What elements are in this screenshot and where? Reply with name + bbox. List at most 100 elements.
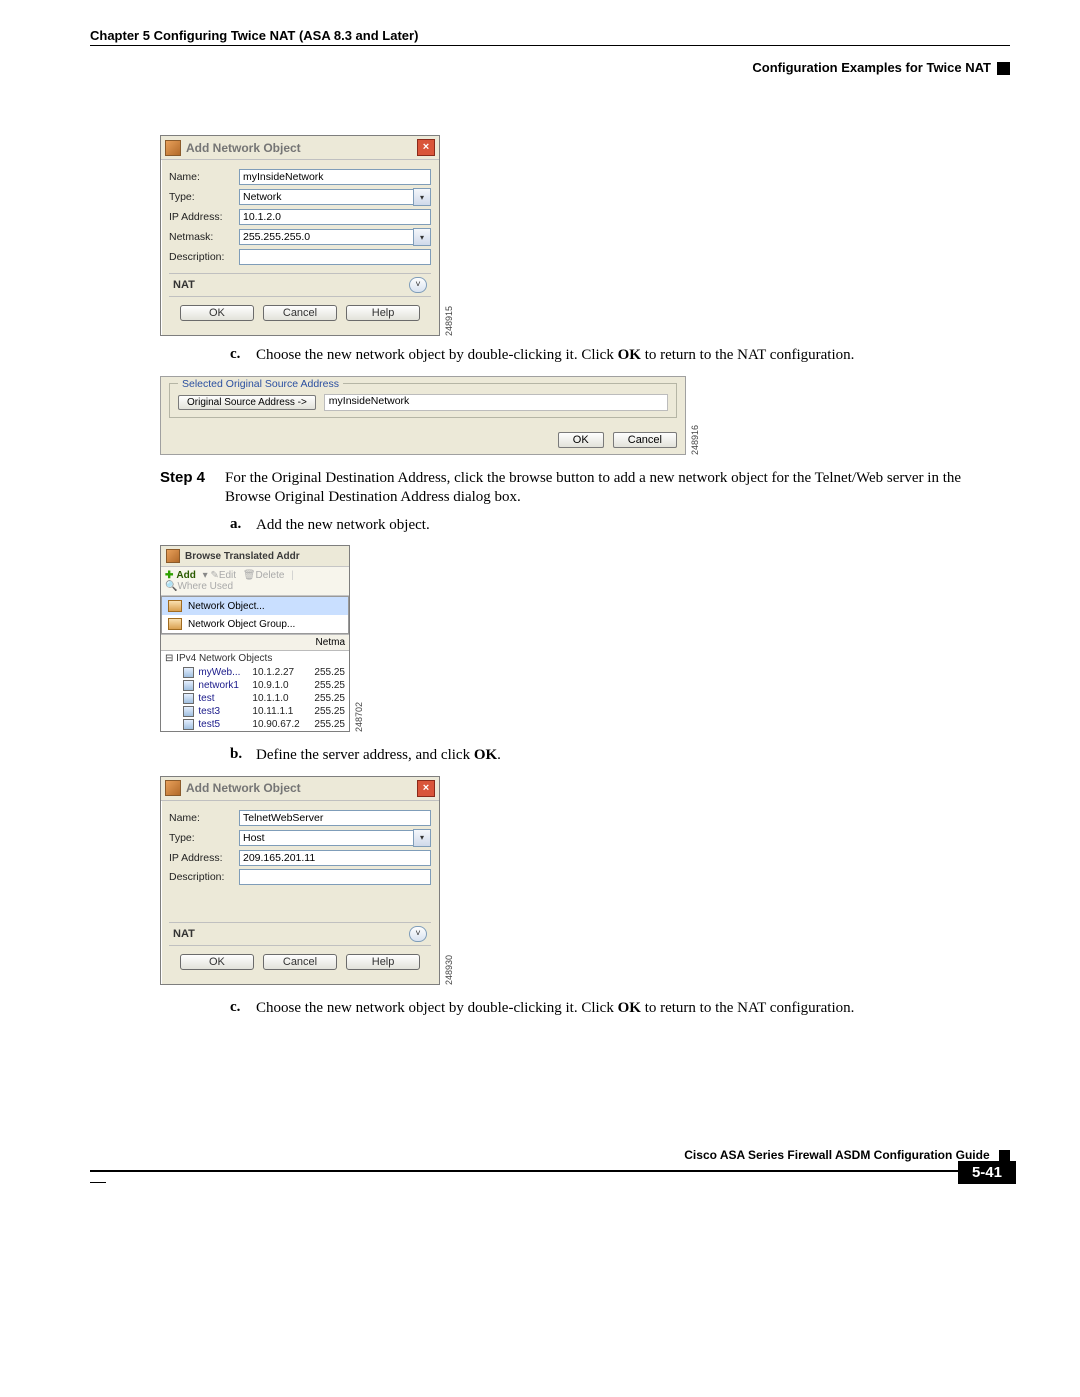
crop-mark: [90, 1182, 106, 1183]
step4-text: For the Original Destination Address, cl…: [225, 469, 1010, 508]
object-name: network1: [198, 680, 252, 691]
object-mask: 255.25: [314, 719, 345, 730]
header-section: Configuration Examples for Twice NAT: [90, 60, 1010, 75]
list-item[interactable]: network110.9.1.0255.25: [161, 679, 349, 692]
host-icon: [183, 706, 194, 717]
chevron-down-icon[interactable]: ▾: [413, 188, 431, 206]
object-icon: [168, 600, 182, 612]
object-ip: 10.1.2.27: [252, 667, 314, 678]
desc-input[interactable]: [239, 869, 431, 885]
substep-c2-tag: c.: [230, 999, 256, 1019]
dialog-icon: [165, 780, 181, 796]
object-mask: 255.25: [314, 680, 345, 691]
menu-network-object[interactable]: Network Object...: [162, 597, 348, 615]
name-input[interactable]: [239, 810, 431, 826]
ip-input[interactable]: [239, 209, 431, 225]
figure-number: 248702: [354, 702, 364, 732]
substep-a-tag: a.: [230, 516, 256, 536]
chevron-down-icon[interactable]: ▾: [413, 829, 431, 847]
header-chapter: Chapter 5 Configuring Twice NAT (ASA 8.3…: [90, 28, 1010, 43]
group-icon: [168, 618, 182, 630]
substep-a-text: Add the new network object.: [256, 516, 430, 536]
ip-label: IP Address:: [169, 211, 239, 223]
object-name: myWeb...: [198, 667, 252, 678]
ok-button[interactable]: OK: [180, 954, 254, 970]
page-number: 5-41: [958, 1161, 1016, 1184]
delete-button[interactable]: 🗑 Delete: [243, 570, 285, 581]
substep-c-text: Choose the new network object by double-…: [256, 346, 854, 366]
edit-button[interactable]: ✎ Edit: [210, 570, 236, 581]
list-item[interactable]: test10.1.1.0255.25: [161, 692, 349, 705]
ok-button[interactable]: OK: [558, 432, 604, 448]
host-icon: [183, 693, 194, 704]
object-mask: 255.25: [314, 667, 345, 678]
name-label: Name:: [169, 171, 239, 183]
nat-section-label: NAT: [173, 279, 195, 291]
dialog-icon: [166, 549, 180, 563]
header-rule: [90, 45, 1010, 46]
substep-b-tag: b.: [230, 746, 256, 766]
netmask-input[interactable]: [239, 229, 414, 245]
selected-source-value: myInsideNetwork: [324, 394, 668, 411]
step4-label: Step 4: [160, 469, 225, 508]
selected-source-panel: Selected Original Source Address Origina…: [160, 376, 686, 455]
help-button[interactable]: Help: [346, 954, 420, 970]
expand-icon[interactable]: ˅: [409, 926, 427, 942]
cancel-button[interactable]: Cancel: [263, 954, 337, 970]
header-marker-icon: [997, 62, 1010, 75]
type-select[interactable]: [239, 189, 414, 205]
nat-section-label: NAT: [173, 928, 195, 940]
substep-c2-text: Choose the new network object by double-…: [256, 999, 854, 1019]
name-label: Name:: [169, 812, 239, 824]
object-ip: 10.9.1.0: [252, 680, 314, 691]
figure-number: 248916: [690, 425, 700, 455]
original-source-button[interactable]: Original Source Address ->: [178, 395, 316, 410]
substep-b-text: Define the server address, and click OK.: [256, 746, 501, 766]
dialog-icon: [165, 140, 181, 156]
close-icon[interactable]: ×: [417, 139, 435, 156]
host-icon: [183, 680, 194, 691]
cancel-button[interactable]: Cancel: [613, 432, 677, 448]
substep-c-tag: c.: [230, 346, 256, 366]
dialog1-title: Add Network Object: [186, 141, 301, 155]
browse-translated-addr-dialog: Browse Translated Addr Add ▾ ✎ Edit 🗑 De…: [160, 545, 350, 732]
host-icon: [183, 719, 194, 730]
help-button[interactable]: Help: [346, 305, 420, 321]
where-used-button[interactable]: 🔍 Where Used: [165, 581, 233, 592]
footer-rule: [90, 1170, 1010, 1172]
object-ip: 10.90.67.2: [252, 719, 314, 730]
object-ip: 10.1.1.0: [252, 693, 314, 704]
selected-source-legend: Selected Original Source Address: [178, 378, 343, 390]
browse-title: Browse Translated Addr: [185, 551, 300, 562]
col-netmask-header: Netma: [161, 635, 349, 651]
name-input[interactable]: [239, 169, 431, 185]
chevron-down-icon[interactable]: ▾: [413, 228, 431, 246]
cancel-button[interactable]: Cancel: [263, 305, 337, 321]
list-item[interactable]: test510.90.67.2255.25: [161, 718, 349, 731]
object-ip: 10.11.1.1: [252, 706, 314, 717]
object-name: test5: [198, 719, 252, 730]
figure-number: 248915: [444, 306, 454, 336]
footer-marker-icon: [999, 1150, 1010, 1161]
type-select[interactable]: [239, 830, 414, 846]
category-ipv4[interactable]: ⊟ IPv4 Network Objects: [161, 651, 349, 666]
type-label: Type:: [169, 832, 239, 844]
object-name: test: [198, 693, 252, 704]
desc-label: Description:: [169, 251, 239, 263]
object-name: test3: [198, 706, 252, 717]
list-item[interactable]: myWeb...10.1.2.27255.25: [161, 666, 349, 679]
figure-number: 248930: [444, 955, 454, 985]
add-menu-button[interactable]: Add: [165, 570, 196, 581]
close-icon[interactable]: ×: [417, 780, 435, 797]
ok-button[interactable]: OK: [180, 305, 254, 321]
desc-input[interactable]: [239, 249, 431, 265]
expand-icon[interactable]: ˅: [409, 277, 427, 293]
object-mask: 255.25: [314, 706, 345, 717]
footer-guide-title: Cisco ASA Series Firewall ASDM Configura…: [684, 1148, 989, 1162]
list-item[interactable]: test310.11.1.1255.25: [161, 705, 349, 718]
ip-input[interactable]: [239, 850, 431, 866]
menu-network-object-group[interactable]: Network Object Group...: [162, 615, 348, 633]
page-footer: Cisco ASA Series Firewall ASDM Configura…: [90, 1148, 1010, 1172]
host-icon: [183, 667, 194, 678]
type-label: Type:: [169, 191, 239, 203]
